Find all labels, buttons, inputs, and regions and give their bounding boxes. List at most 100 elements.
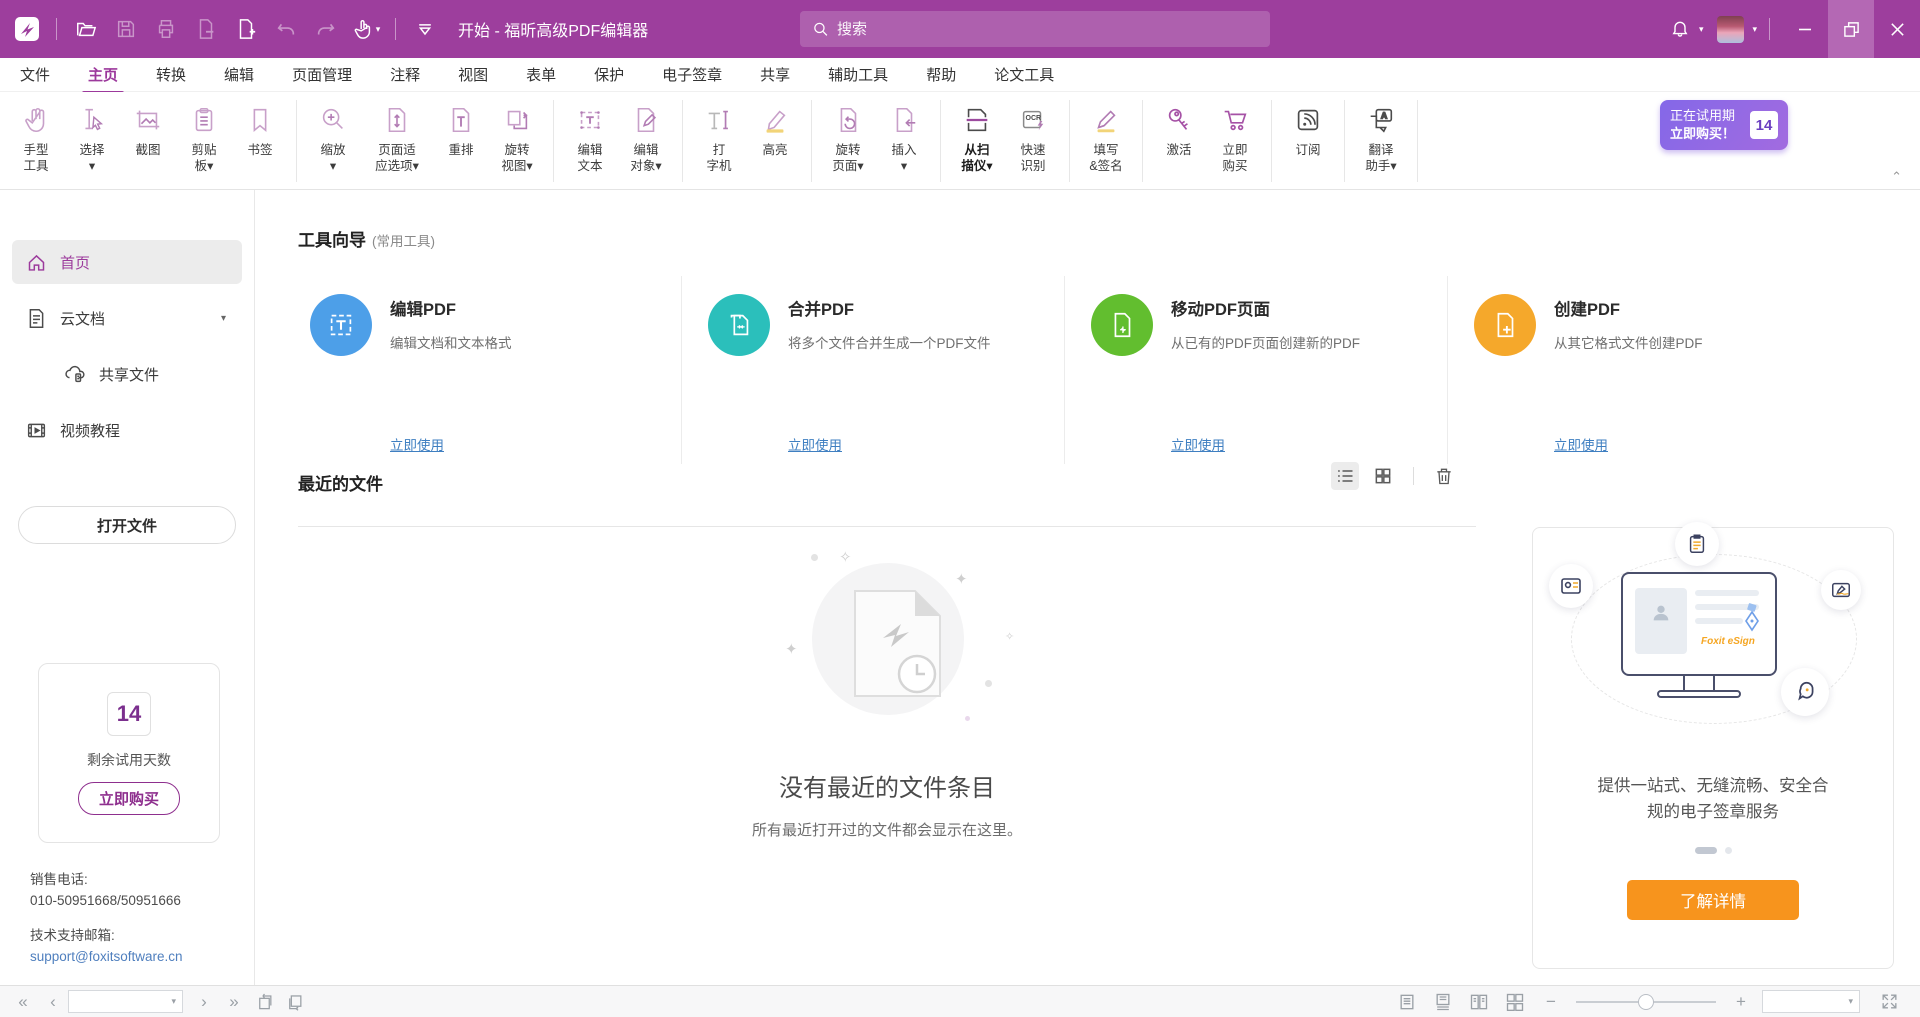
zoom-level-input[interactable] (1763, 995, 1842, 1009)
hand-tool-button[interactable]: 手型 工具 (8, 100, 64, 175)
menu-tab-form[interactable]: 表单 (524, 60, 558, 89)
edit-text-button[interactable]: 编辑 文本 (562, 100, 618, 175)
minimize-button[interactable] (1782, 0, 1828, 58)
close-button[interactable] (1874, 0, 1920, 58)
snapshot-button[interactable]: 截图 (120, 100, 176, 158)
account-caret-icon[interactable]: ▾ (1752, 24, 1757, 35)
menu-tab-paper-tools[interactable]: 论文工具 (992, 60, 1056, 89)
previous-view-button[interactable] (249, 990, 279, 1014)
rotate-view-icon (502, 100, 532, 140)
translate-button[interactable]: A 翻译 助手▾ (1353, 100, 1409, 175)
bookmark-button[interactable]: 书签 (232, 100, 288, 158)
page-number-input[interactable] (69, 995, 165, 1009)
continuous-view-button[interactable] (1428, 990, 1458, 1014)
highlight-button[interactable]: 高亮 (747, 100, 803, 158)
restore-button[interactable] (1828, 0, 1874, 58)
ribbon-collapse-chevron-icon[interactable]: ⌃ (1891, 169, 1902, 185)
buy-now-label: 立即 购买 (1222, 142, 1247, 175)
bell-caret-icon[interactable]: ▾ (1699, 24, 1704, 35)
search-input[interactable] (837, 21, 1258, 38)
grid-view-button[interactable] (1369, 462, 1397, 490)
activate-button[interactable]: 激活 (1151, 100, 1207, 158)
menu-tab-home[interactable]: 主页 (86, 60, 120, 89)
subscribe-button[interactable]: 订阅 (1280, 100, 1336, 158)
sidebar-item-video-tutorials[interactable]: 视频教程 (12, 408, 242, 452)
use-now-link[interactable]: 立即使用 (1171, 434, 1360, 454)
menu-tab-help[interactable]: 帮助 (924, 60, 958, 89)
edit-object-button[interactable]: 编辑 对象▾ (618, 100, 674, 175)
fullscreen-button[interactable] (1874, 990, 1904, 1014)
menu-tab-file[interactable]: 文件 (18, 60, 52, 89)
chevron-down-icon[interactable]: ▾ (165, 996, 182, 1007)
zoom-slider-thumb[interactable] (1638, 994, 1654, 1010)
menu-tab-esign[interactable]: 电子签章 (660, 60, 724, 89)
undo-icon[interactable] (269, 12, 303, 46)
chevron-down-icon[interactable]: ▾ (221, 313, 226, 324)
fill-sign-button[interactable]: 填写 &签名 (1078, 100, 1134, 175)
menu-tab-convert[interactable]: 转换 (154, 60, 188, 89)
menu-tab-comment[interactable]: 注释 (388, 60, 422, 89)
clipboard-button[interactable]: 剪贴 板▾ (176, 100, 232, 175)
delete-page-icon[interactable] (189, 12, 223, 46)
zoom-slider[interactable] (1576, 990, 1716, 1014)
two-page-view-button[interactable] (1464, 990, 1494, 1014)
next-page-icon[interactable]: › (189, 992, 219, 1012)
rotate-pages-button[interactable]: 旋转 页面▾ (820, 100, 876, 175)
menu-tab-edit[interactable]: 编辑 (222, 60, 256, 89)
typewriter-button[interactable]: 打 字机 (691, 100, 747, 175)
rotate-view-button[interactable]: 旋转 视图▾ (489, 100, 545, 175)
add-page-icon[interactable] (229, 12, 263, 46)
page-number-combobox[interactable]: ▾ (68, 990, 183, 1013)
use-now-link[interactable]: 立即使用 (1554, 434, 1703, 454)
hand-pointer-icon[interactable]: ▾ (349, 12, 383, 46)
menu-tab-view[interactable]: 视图 (456, 60, 490, 89)
next-view-button[interactable] (279, 990, 309, 1014)
zoom-button[interactable]: 缩放 ▾ (305, 100, 361, 175)
zoom-level-combobox[interactable]: ▾ (1762, 990, 1860, 1013)
zoom-out-button[interactable]: − (1536, 992, 1566, 1012)
print-icon[interactable] (149, 12, 183, 46)
save-icon[interactable] (109, 12, 143, 46)
scanner-button[interactable]: 从扫 描仪▾ (949, 100, 1005, 175)
fit-page-button[interactable]: 页面适 应选项▾ (361, 100, 433, 175)
foxit-logo-icon[interactable] (10, 12, 44, 46)
single-page-view-button[interactable] (1392, 990, 1422, 1014)
sidebar-item-shared-files[interactable]: 共享文件 (12, 352, 242, 396)
cloud-share-icon (64, 363, 86, 385)
carousel-dot[interactable] (1725, 847, 1732, 854)
select-button[interactable]: 选择 ▾ (64, 100, 120, 175)
support-email-link[interactable]: support@foxitsoftware.cn (30, 947, 183, 968)
open-file-button[interactable]: 打开文件 (18, 506, 236, 544)
chevron-down-icon[interactable]: ▾ (1842, 996, 1859, 1007)
search-box[interactable] (800, 11, 1270, 47)
redo-icon[interactable] (309, 12, 343, 46)
reflow-button[interactable]: 重排 (433, 100, 489, 158)
buy-now-pill-button[interactable]: 立即购买 (78, 782, 180, 815)
bell-icon[interactable] (1663, 12, 1697, 46)
last-page-icon[interactable]: » (219, 992, 249, 1012)
first-page-icon[interactable]: « (8, 992, 38, 1012)
menu-tab-accessibility[interactable]: 辅助工具 (826, 60, 890, 89)
use-now-link[interactable]: 立即使用 (788, 434, 991, 454)
prev-page-icon[interactable]: ‹ (38, 992, 68, 1012)
open-folder-icon[interactable] (69, 12, 103, 46)
two-page-continuous-button[interactable] (1500, 990, 1530, 1014)
sidebar-item-home[interactable]: 首页 (12, 240, 242, 284)
buy-now-button[interactable]: 立即 购买 (1207, 100, 1263, 175)
ocr-button[interactable]: OCR 快速 识别 (1005, 100, 1061, 175)
collapse-toolbar-icon[interactable] (408, 12, 442, 46)
menu-tab-page-management[interactable]: 页面管理 (290, 60, 354, 89)
use-now-link[interactable]: 立即使用 (390, 434, 512, 454)
sidebar-item-cloud-docs[interactable]: 云文档 ▾ (12, 296, 242, 340)
trial-badge[interactable]: 正在试用期立即购买！ 14 (1660, 100, 1788, 150)
carousel-dot-active[interactable] (1695, 847, 1717, 854)
tool-card-desc: 编辑文档和文本格式 (390, 332, 512, 352)
menu-tab-share[interactable]: 共享 (758, 60, 792, 89)
insert-button[interactable]: 插入 ▾ (876, 100, 932, 175)
menu-tab-protect[interactable]: 保护 (592, 60, 626, 89)
zoom-in-button[interactable]: + (1726, 992, 1756, 1012)
clear-recent-button[interactable] (1430, 462, 1458, 490)
list-view-button[interactable] (1331, 462, 1359, 490)
learn-more-button[interactable]: 了解详情 (1627, 880, 1799, 920)
avatar[interactable] (1717, 16, 1744, 43)
